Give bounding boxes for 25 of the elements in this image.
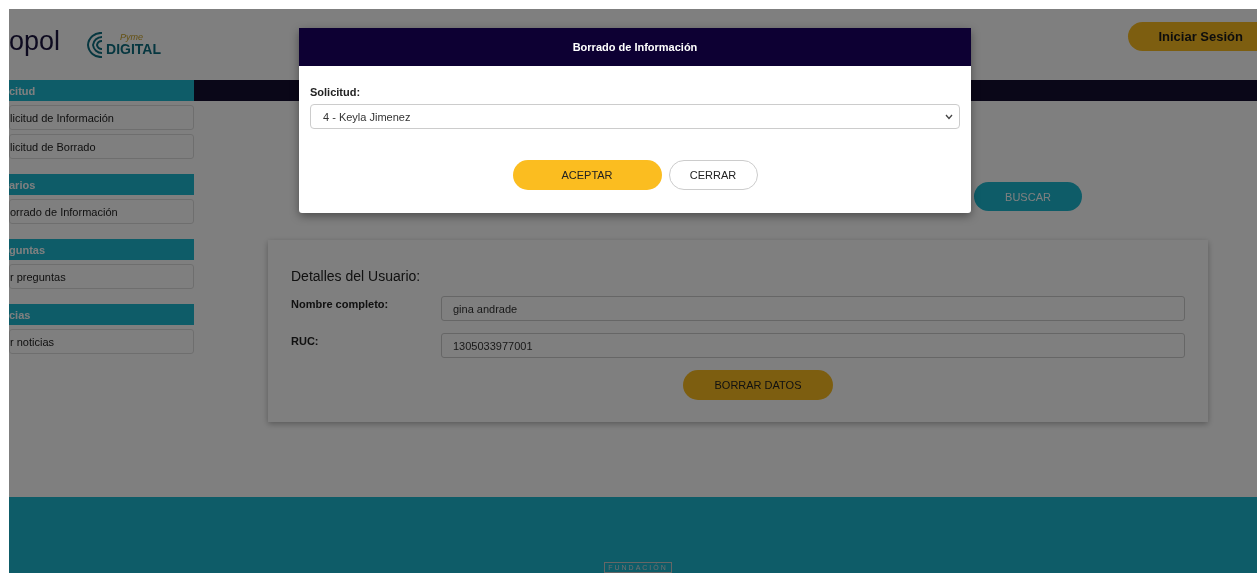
sidebar-section-header: cias [9, 304, 194, 325]
login-button[interactable]: Iniciar Sesión [1128, 22, 1257, 51]
logo-text: DIGITAL [106, 42, 161, 56]
chevron-down-icon [945, 113, 953, 120]
sidebar-section-header: citud [9, 80, 194, 101]
select-field[interactable]: 4 - Keyla Jimenez [310, 104, 960, 129]
card-title: Detalles del Usuario: [291, 268, 422, 284]
sidebar-item[interactable]: r noticias [9, 329, 194, 354]
sidebar-section-header: guntas [9, 239, 194, 260]
logo-script-text: Pyme [120, 33, 145, 42]
field-label: Solicitud: [310, 86, 362, 98]
field-label: RUC: [291, 334, 320, 349]
logo-text: opol [9, 26, 61, 57]
sidebar-section-header: arios [9, 174, 194, 195]
input-field[interactable]: gina andrade [441, 296, 1185, 321]
delete-data-button[interactable]: BORRAR DATOS [683, 370, 833, 400]
sidebar-item[interactable]: licitud de Borrado [9, 134, 194, 159]
sidebar-item[interactable]: r preguntas [9, 264, 194, 289]
accept-button[interactable]: ACEPTAR [512, 160, 662, 190]
sidebar-item[interactable]: licitud de Información [9, 105, 194, 130]
field-label: Nombre completo: [291, 297, 390, 312]
input-field[interactable]: 1305033977001 [441, 333, 1185, 358]
close-button[interactable]: CERRAR [668, 160, 758, 190]
sidebar-item[interactable]: orrado de Información [9, 199, 194, 224]
modal-title: Borrado de Información [299, 28, 971, 66]
